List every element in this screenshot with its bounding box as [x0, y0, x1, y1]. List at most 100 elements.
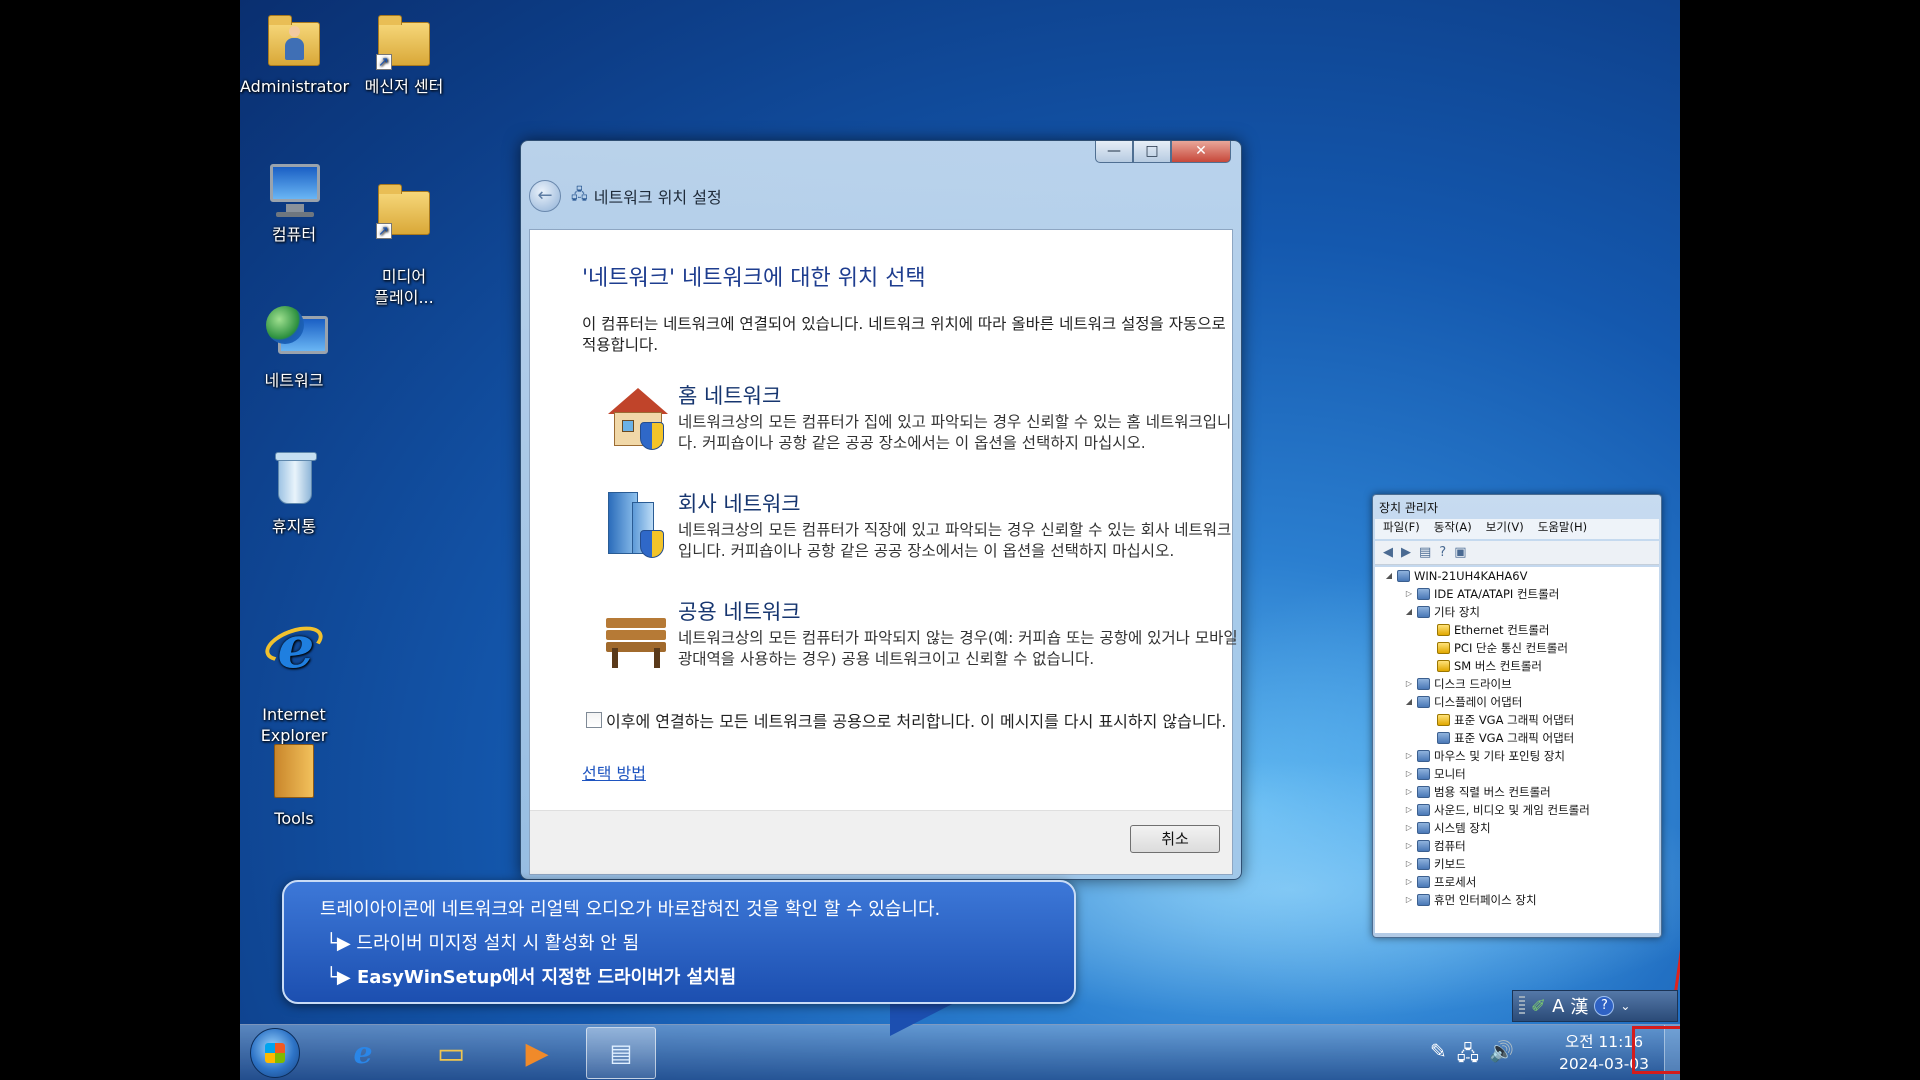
help-icon[interactable]: ?	[1594, 996, 1615, 1016]
options-chevron-icon[interactable]: ⌄	[1620, 999, 1630, 1013]
device-tree-item[interactable]: ▷ 프로세서	[1375, 873, 1659, 891]
start-button[interactable]	[250, 1028, 300, 1078]
public-all-checkbox-row[interactable]: 이후에 연결하는 모든 네트워크를 공용으로 처리합니다. 이 메시지를 다시 …	[586, 708, 1226, 732]
file-explorer-icon[interactable]: ▭	[416, 1027, 486, 1079]
tree-toggle-icon[interactable]: ▷	[1403, 819, 1415, 837]
device-icon	[1417, 588, 1430, 600]
tree-toggle-icon[interactable]: ▷	[1403, 855, 1415, 873]
desktop-icon-media-player[interactable]: 미디어 플레이...	[350, 156, 458, 329]
tree-toggle-icon[interactable]: ▷	[1403, 783, 1415, 801]
device-tree-item[interactable]: ▷ 범용 직렬 버스 컨트롤러	[1375, 783, 1659, 801]
tree-toggle-icon[interactable]: ◢	[1403, 603, 1415, 621]
tree-toggle-icon[interactable]: ▷	[1403, 765, 1415, 783]
network-location-dialog: — □ ✕ ← 🖧 네트워크 위치 설정 '네트워크' 네트워크에 대한 위치 …	[520, 140, 1242, 880]
internet-explorer-icon[interactable]: e	[328, 1027, 398, 1079]
device-tree-item[interactable]: ◢ 디스플레이 어댑터	[1375, 693, 1659, 711]
back-arrow-icon[interactable]: ←	[529, 180, 561, 212]
media-player-icon[interactable]: ▶	[502, 1027, 572, 1079]
help-link[interactable]: 선택 방법	[582, 760, 646, 784]
device-tree-item[interactable]: ▷ 마우스 및 기타 포인팅 장치	[1375, 747, 1659, 765]
device-icon	[1417, 696, 1430, 708]
dialog-navbar: ← 🖧 네트워크 위치 설정	[529, 180, 722, 212]
device-tree-item[interactable]: ▷ 컴퓨터	[1375, 837, 1659, 855]
tree-toggle-icon[interactable]: ▷	[1403, 891, 1415, 909]
desktop-icon-network[interactable]: 네트워크	[240, 302, 348, 391]
device-tree-item[interactable]: ▷ 디스크 드라이브	[1375, 675, 1659, 693]
device-tree-item[interactable]: ◢ WIN-21UH4KAHA6V	[1375, 567, 1659, 585]
tree-toggle-icon[interactable]: ▷	[1403, 585, 1415, 603]
grip-handle[interactable]	[1519, 996, 1525, 1016]
device-tree-item[interactable]: ▷ 휴먼 인터페이스 장치	[1375, 891, 1659, 909]
option-title: 회사 네트워크	[678, 492, 801, 516]
device-tree-item[interactable]: ▷ IDE ATA/ATAPI 컨트롤러	[1375, 585, 1659, 603]
maximize-button[interactable]: □	[1133, 141, 1171, 163]
device-icon	[1417, 894, 1430, 906]
menu-file[interactable]: 파일(F)	[1383, 519, 1420, 539]
device-tree-item[interactable]: ▷ 사운드, 비디오 및 게임 컨트롤러	[1375, 801, 1659, 819]
device-label: Ethernet 컨트롤러	[1454, 623, 1550, 637]
annotation-line-2: └▶ 드라이버 미지정 설치 시 활성화 안 됨	[326, 933, 640, 954]
desktop-icon-computer[interactable]: 컴퓨터	[240, 156, 348, 245]
tools-tray-icon[interactable]: ✎	[1430, 1039, 1447, 1073]
device-tree-item[interactable]: 표준 VGA 그래픽 어댑터	[1375, 729, 1659, 747]
device-tree-item[interactable]: Ethernet 컨트롤러	[1375, 621, 1659, 639]
hanja-convert-button[interactable]: 漢	[1570, 993, 1588, 1019]
input-mode-toggle[interactable]: A	[1552, 996, 1564, 1017]
device-tree-item[interactable]: ▷ 모니터	[1375, 765, 1659, 783]
close-button[interactable]: ✕	[1171, 141, 1231, 163]
device-label: IDE ATA/ATAPI 컨트롤러	[1434, 587, 1560, 601]
tree-toggle-icon[interactable]: ▷	[1403, 837, 1415, 855]
volume-tray-icon[interactable]: 🔊	[1489, 1039, 1514, 1073]
device-icon	[1417, 750, 1430, 762]
device-icon	[1417, 876, 1430, 888]
menu-view[interactable]: 보기(V)	[1486, 519, 1524, 539]
cancel-button[interactable]: 취소	[1130, 825, 1220, 853]
tree-toggle-icon[interactable]: ▷	[1403, 747, 1415, 765]
device-manager-toolbar: ◀ ▶ ▤ ? ▣	[1375, 541, 1659, 565]
back-icon[interactable]: ◀	[1383, 545, 1393, 560]
computer-icon	[262, 156, 326, 220]
dialog-description: 이 컴퓨터는 네트워크에 연결되어 있습니다. 네트워크 위치에 따라 올바른 …	[582, 315, 1226, 354]
menu-help[interactable]: 도움말(H)	[1538, 519, 1587, 539]
desktop-icon-label: 네트워크	[264, 371, 324, 390]
device-label: WIN-21UH4KAHA6V	[1414, 569, 1528, 583]
tree-toggle-icon[interactable]: ▷	[1403, 873, 1415, 891]
option-description: 네트워크상의 모든 컴퓨터가 집에 있고 파악되는 경우 신뢰할 수 있는 홈 …	[678, 413, 1232, 452]
view-icon[interactable]: ▣	[1454, 545, 1466, 560]
device-tree-item[interactable]: 표준 VGA 그래픽 어댑터	[1375, 711, 1659, 729]
forward-icon[interactable]: ▶	[1401, 545, 1411, 560]
help-icon[interactable]: ?	[1439, 545, 1446, 560]
device-label: SM 버스 컨트롤러	[1454, 659, 1543, 673]
device-tree-item[interactable]: PCI 단순 통신 컨트롤러	[1375, 639, 1659, 657]
bench-icon	[602, 600, 670, 668]
tree-toggle-icon[interactable]: ◢	[1383, 567, 1395, 585]
device-tree-item[interactable]: ▷ 시스템 장치	[1375, 819, 1659, 837]
public-all-checkbox[interactable]	[586, 712, 602, 728]
bubble-tail	[890, 1000, 960, 1036]
device-label: 휴먼 인터페이스 장치	[1434, 893, 1537, 907]
desktop-icon-messenger[interactable]: 메신저 센터	[350, 8, 458, 97]
device-tree-item[interactable]: ▷ 키보드	[1375, 855, 1659, 873]
tree-toggle-icon[interactable]: ◢	[1403, 693, 1415, 711]
device-tree-item[interactable]: ◢ 기타 장치	[1375, 603, 1659, 621]
device-label: 컴퓨터	[1434, 839, 1466, 853]
properties-icon[interactable]: ▤	[1419, 545, 1431, 560]
caption-buttons: — □ ✕	[1095, 141, 1231, 165]
network-setup-taskbar-icon[interactable]: ▤	[586, 1027, 656, 1079]
ime-pad-icon[interactable]: ✐	[1531, 996, 1546, 1017]
desktop-icon-administrator[interactable]: Administrator	[240, 8, 349, 97]
tree-toggle-icon[interactable]: ▷	[1403, 675, 1415, 693]
desktop-icon-label: 컴퓨터	[271, 225, 317, 244]
minimize-button[interactable]: —	[1095, 141, 1133, 163]
menu-action[interactable]: 동작(A)	[1434, 519, 1472, 539]
device-manager-title: 장치 관리자	[1379, 501, 1439, 515]
device-tree-item[interactable]: SM 버스 컨트롤러	[1375, 657, 1659, 675]
desktop-icon-recycle-bin[interactable]: 휴지통	[240, 448, 348, 537]
tree-toggle-icon[interactable]: ▷	[1403, 801, 1415, 819]
desktop-icon-tools[interactable]: Tools	[240, 740, 348, 829]
option-description: 네트워크상의 모든 컴퓨터가 파악되지 않는 경우(예: 커피숍 또는 공항에 …	[678, 629, 1238, 668]
warning-device-icon	[1437, 624, 1450, 636]
device-icon	[1417, 678, 1430, 690]
device-icon	[1417, 804, 1430, 816]
network-tray-icon[interactable]: 🖧	[1457, 1039, 1479, 1073]
